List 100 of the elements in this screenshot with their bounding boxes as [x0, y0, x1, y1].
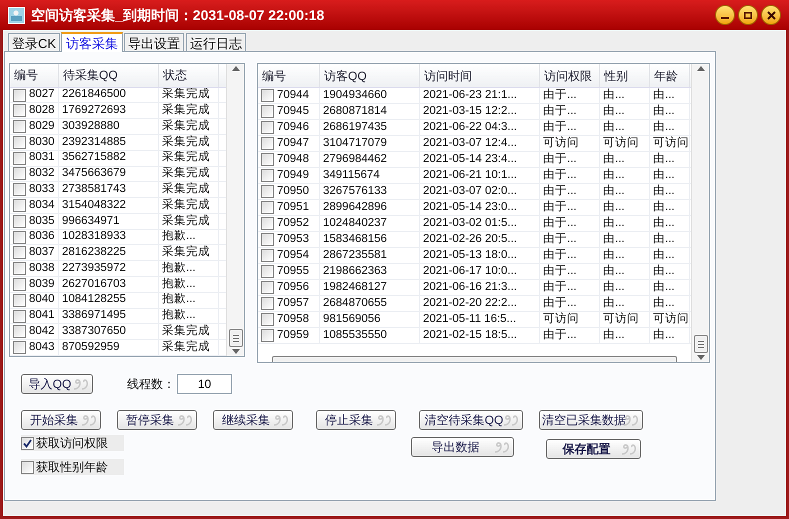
tab[interactable]: 访客采集 — [61, 32, 124, 52]
table-cell: 2021-05-11 16:5... — [423, 314, 516, 326]
option-checkbox[interactable]: 获取访问权限 — [21, 435, 124, 451]
thread-count-label: 线程数： — [127, 376, 175, 393]
thread-count-field[interactable]: 10 — [177, 374, 232, 394]
table-cell: 采集完成 — [162, 200, 210, 212]
checkbox[interactable] — [261, 105, 274, 118]
checkbox[interactable] — [261, 201, 274, 214]
checkbox[interactable] — [261, 89, 274, 102]
table-cell: 由于... — [543, 122, 577, 134]
checkbox[interactable] — [261, 313, 274, 326]
table-cell: 2899642896 — [323, 202, 387, 214]
checkbox[interactable] — [261, 281, 274, 294]
close-button[interactable] — [761, 5, 781, 25]
column-header[interactable]: 性别 — [600, 64, 650, 87]
checkbox[interactable] — [261, 249, 274, 262]
table-cell: 981569056 — [323, 314, 381, 326]
table-cell: 1085535550 — [323, 330, 387, 342]
column-header[interactable]: 年龄 — [650, 64, 690, 87]
scrollbar[interactable] — [691, 64, 709, 362]
minimize-button[interactable] — [715, 5, 735, 25]
checkbox[interactable] — [13, 246, 26, 260]
table-cell: 70944 — [277, 90, 309, 102]
table-cell: 由... — [603, 202, 625, 214]
tab[interactable]: 登录CK — [8, 33, 60, 51]
table-cell: 2021-02-26 20:5... — [423, 234, 517, 246]
checkbox[interactable] — [261, 137, 274, 150]
maximize-button[interactable] — [738, 5, 758, 25]
checkbox[interactable] — [21, 436, 34, 450]
checkbox[interactable] — [261, 329, 274, 342]
action-button[interactable]: 清空待采集QQ — [419, 410, 523, 430]
checkbox[interactable] — [21, 460, 34, 474]
table-cell: 1982468127 — [323, 282, 387, 294]
table-cell: 由... — [653, 106, 675, 118]
column-header[interactable]: 编号 — [258, 64, 320, 87]
column-header[interactable]: 编号 — [10, 64, 59, 87]
action-button[interactable]: 暂停采集 — [117, 410, 197, 430]
table-cell: 由... — [603, 330, 625, 342]
table-cell: 2273935972 — [62, 262, 126, 274]
checkbox[interactable] — [13, 230, 26, 244]
table-cell: 70947 — [277, 138, 309, 150]
table-cell: 由... — [653, 154, 675, 166]
checkbox[interactable] — [13, 278, 26, 291]
table-cell: 2021-05-13 18:0... — [423, 250, 517, 262]
action-button[interactable]: 开始采集 — [21, 410, 101, 430]
checkbox[interactable] — [13, 262, 26, 276]
checkbox[interactable] — [13, 199, 26, 212]
checkbox[interactable] — [13, 310, 26, 322]
table-cell: 2021-02-20 22:2... — [423, 298, 517, 310]
table-cell: 3562715882 — [62, 152, 126, 164]
checkbox[interactable] — [261, 169, 274, 182]
checkbox[interactable] — [261, 153, 274, 166]
table-cell: 由于... — [543, 330, 577, 342]
action-button[interactable]: 导出数据 — [411, 437, 514, 457]
action-button[interactable]: 停止采集 — [316, 410, 396, 430]
table-cell: 8040 — [29, 294, 55, 306]
checkbox[interactable] — [261, 121, 274, 134]
checkbox[interactable] — [13, 88, 26, 102]
checkbox[interactable] — [261, 265, 274, 278]
checkbox[interactable] — [13, 152, 26, 165]
swirl-icon — [272, 413, 290, 427]
checkbox[interactable] — [13, 294, 26, 307]
horizontal-scrollbar[interactable] — [272, 356, 677, 362]
action-button[interactable]: 清空已采集数据 — [539, 410, 643, 430]
table-cell: 8036 — [29, 231, 55, 243]
column-header[interactable]: 状态 — [159, 64, 219, 87]
column-header[interactable]: 访问时间 — [420, 64, 540, 87]
action-button[interactable]: 导入QQ — [21, 374, 93, 394]
checkbox[interactable] — [13, 167, 26, 180]
checkbox[interactable] — [13, 325, 26, 338]
checkbox[interactable] — [261, 185, 274, 198]
scroll-thumb[interactable] — [228, 329, 242, 347]
table-cell: 由于... — [543, 298, 577, 310]
checkbox[interactable] — [261, 217, 274, 230]
table-cell: 8029 — [29, 120, 55, 132]
action-button[interactable]: 继续采集 — [213, 410, 293, 430]
table-cell: 8027 — [29, 89, 55, 101]
table-cell: 采集完成 — [162, 184, 210, 196]
scrollbar[interactable] — [226, 64, 244, 356]
checkbox[interactable] — [13, 120, 26, 134]
table-cell: 由... — [653, 218, 675, 230]
checkbox[interactable] — [13, 183, 26, 196]
column-header[interactable]: 访问权限 — [540, 64, 600, 87]
checkbox[interactable] — [13, 104, 26, 118]
tab[interactable]: 导出设置 — [124, 33, 184, 51]
tab[interactable]: 运行日志 — [186, 33, 246, 51]
option-checkbox[interactable]: 获取性别年龄 — [21, 459, 124, 475]
checkbox[interactable] — [13, 136, 26, 149]
table-cell: 8041 — [29, 310, 55, 322]
checkbox[interactable] — [13, 341, 26, 354]
table-cell: 由... — [603, 106, 625, 118]
checkbox[interactable] — [261, 297, 274, 310]
column-header[interactable]: 访客QQ — [320, 64, 420, 87]
table-cell: 由于... — [543, 170, 577, 182]
table-cell: 由... — [603, 186, 625, 198]
checkbox[interactable] — [13, 214, 26, 228]
column-header[interactable]: 待采集QQ — [59, 64, 159, 87]
scroll-thumb[interactable] — [694, 335, 708, 353]
action-button[interactable]: 保存配置 — [546, 439, 641, 459]
checkbox[interactable] — [261, 233, 274, 246]
